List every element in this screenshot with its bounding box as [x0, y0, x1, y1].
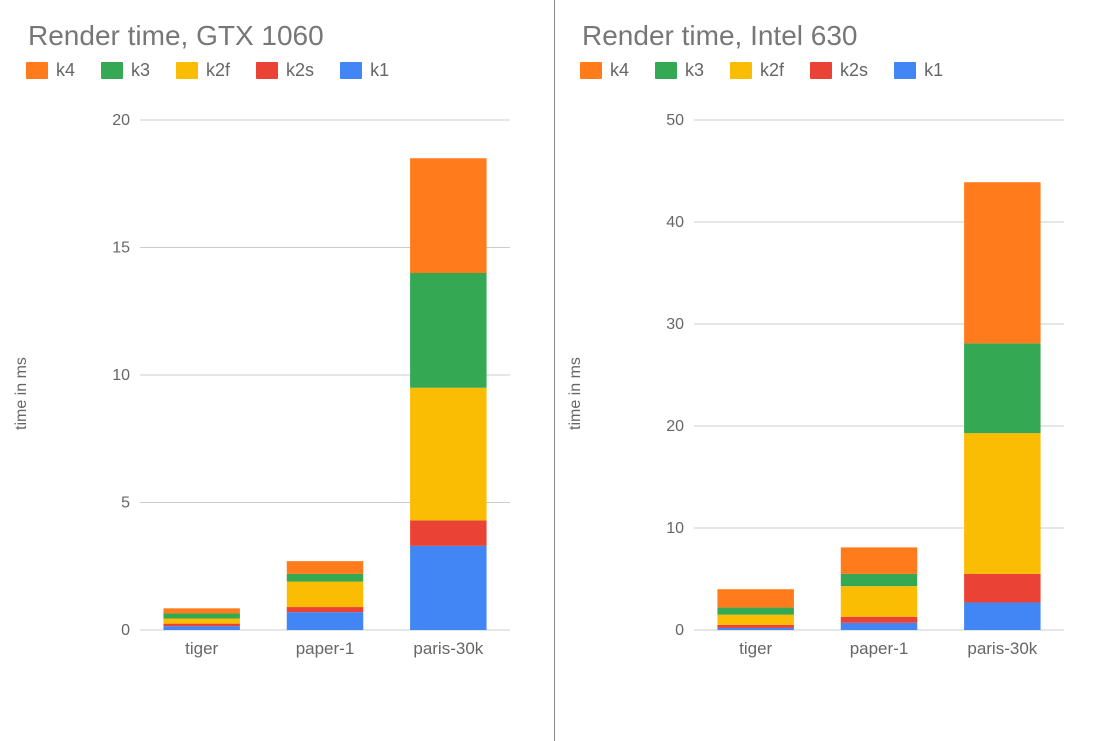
legend-item-k1: k1: [894, 60, 943, 81]
svg-text:0: 0: [121, 622, 130, 639]
chart-title: Render time, Intel 630: [582, 20, 858, 52]
svg-text:15: 15: [112, 240, 130, 257]
y-axis-label: time in ms: [13, 357, 31, 430]
svg-text:paper-1: paper-1: [850, 639, 909, 658]
svg-text:20: 20: [112, 112, 130, 129]
legend-item-k3: k3: [101, 60, 150, 81]
legend-label: k3: [685, 60, 704, 81]
legend-item-k4: k4: [580, 60, 629, 81]
legend-item-k2s: k2s: [256, 60, 314, 81]
y-axis-label: time in ms: [567, 357, 585, 430]
legend-item-k1: k1: [340, 60, 389, 81]
svg-text:5: 5: [121, 495, 130, 512]
chart-legend: k4 k3 k2f k2s k1: [26, 60, 389, 81]
chart-panel-left: Render time, GTX 1060 k4 k3 k2f k2s k1: [0, 0, 554, 741]
svg-text:40: 40: [666, 214, 684, 231]
chart-plot-right: 0 10 20 30 40 50 tiger paper-1 paris-30k: [644, 110, 1084, 670]
legend-item-k2f: k2f: [176, 60, 230, 81]
legend-item-k4: k4: [26, 60, 75, 81]
legend-label: k1: [370, 60, 389, 81]
legend-label: k2f: [206, 60, 230, 81]
svg-text:paris-30k: paris-30k: [967, 639, 1037, 658]
svg-text:20: 20: [666, 418, 684, 435]
legend-label: k2f: [760, 60, 784, 81]
svg-text:10: 10: [666, 520, 684, 537]
legend-swatch-k1: [340, 62, 362, 79]
svg-text:10: 10: [112, 367, 130, 384]
svg-text:50: 50: [666, 112, 684, 129]
legend-swatch-k3: [101, 62, 123, 79]
legend-item-k3: k3: [655, 60, 704, 81]
legend-item-k2f: k2f: [730, 60, 784, 81]
legend-label: k4: [56, 60, 75, 81]
legend-swatch-k3: [655, 62, 677, 79]
legend-swatch-k2f: [176, 62, 198, 79]
legend-swatch-k4: [580, 62, 602, 79]
svg-text:tiger: tiger: [185, 639, 218, 658]
legend-swatch-k2s: [810, 62, 832, 79]
svg-text:paper-1: paper-1: [296, 639, 355, 658]
legend-label: k4: [610, 60, 629, 81]
legend-label: k3: [131, 60, 150, 81]
chart-legend: k4 k3 k2f k2s k1: [580, 60, 943, 81]
svg-text:30: 30: [666, 316, 684, 333]
legend-swatch-k2s: [256, 62, 278, 79]
chart-plot-left: 0 5 10 15 20 tiger paper-1 paris-30k: [90, 110, 530, 670]
legend-label: k2s: [286, 60, 314, 81]
chart-panel-right: Render time, Intel 630 k4 k3 k2f k2s k1: [554, 0, 1108, 741]
page: Render time, GTX 1060 k4 k3 k2f k2s k1: [0, 0, 1109, 741]
legend-label: k1: [924, 60, 943, 81]
svg-text:tiger: tiger: [739, 639, 772, 658]
legend-swatch-k2f: [730, 62, 752, 79]
svg-text:0: 0: [675, 622, 684, 639]
legend-label: k2s: [840, 60, 868, 81]
legend-item-k2s: k2s: [810, 60, 868, 81]
legend-swatch-k4: [26, 62, 48, 79]
chart-title: Render time, GTX 1060: [28, 20, 324, 52]
svg-text:paris-30k: paris-30k: [413, 639, 483, 658]
legend-swatch-k1: [894, 62, 916, 79]
